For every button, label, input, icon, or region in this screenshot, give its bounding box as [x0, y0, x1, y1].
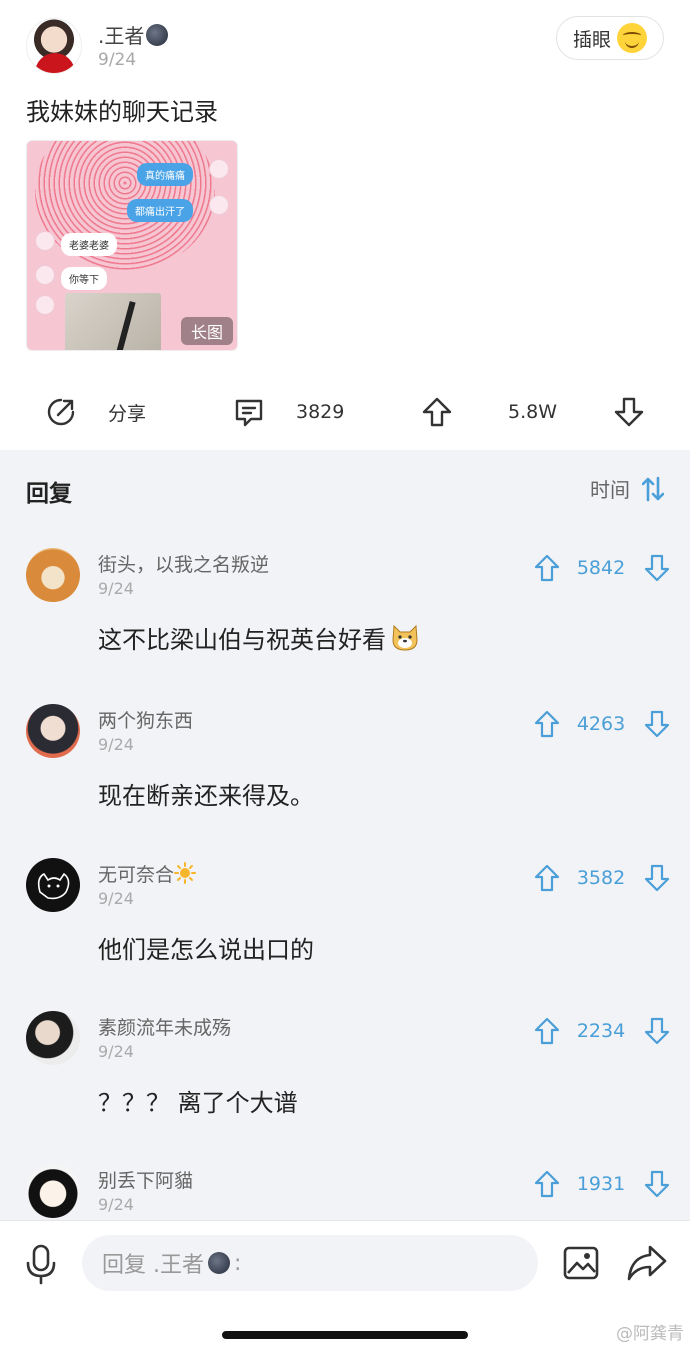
- moon-emoji-icon: [208, 1252, 230, 1274]
- downvote-arrow-icon[interactable]: [644, 710, 670, 738]
- bookmark-label: 插眼: [572, 28, 611, 51]
- share-action[interactable]: 分享: [44, 395, 146, 429]
- fork-photo: [65, 293, 161, 350]
- reply-item: 两个狗东西 9/24 现在断亲还来得及。 4263: [0, 704, 690, 854]
- author-avatar[interactable]: [26, 18, 82, 74]
- reply-vote: 4263: [534, 710, 670, 740]
- upvote-action[interactable]: 5.8W: [420, 395, 557, 429]
- reply-vote-count: 2234: [576, 1020, 626, 1042]
- comment-action[interactable]: 3829: [232, 395, 344, 429]
- reply-text: 现在断亲还来得及。: [98, 782, 314, 810]
- reply-vote-count: 1931: [576, 1173, 626, 1195]
- chat-avatar: [35, 265, 55, 285]
- microphone-icon[interactable]: [22, 1243, 60, 1285]
- sun-emoji-icon: [174, 862, 197, 884]
- downvote-action[interactable]: [612, 395, 646, 429]
- share-label: 分享: [108, 402, 147, 425]
- chat-bubble: 都痛出汗了: [127, 199, 193, 222]
- reply-date: 9/24: [98, 889, 134, 908]
- cat-doodle-icon: [37, 872, 70, 900]
- doge-emoji-icon: [392, 624, 418, 651]
- bookmark-button[interactable]: 插眼: [556, 16, 664, 60]
- comment-icon: [235, 399, 263, 427]
- reply-author[interactable]: 无可奈合: [98, 860, 197, 887]
- reply-input-suffix: :: [234, 1250, 242, 1276]
- reply-item: 无可奈合 9/24 他们是怎么说出口的 3582: [0, 858, 690, 1008]
- reply-vote: 3582: [534, 864, 670, 894]
- downvote-arrow-icon[interactable]: [644, 1017, 670, 1045]
- author-name[interactable]: .王者: [98, 20, 169, 49]
- chat-avatar: [209, 195, 229, 215]
- reply-date: 9/24: [98, 735, 134, 754]
- chat-bubble: 真的痛痛: [137, 163, 193, 186]
- chat-avatar: [35, 231, 55, 251]
- action-bar: 分享 3829 5.8W: [0, 385, 690, 441]
- reply-vote-count: 3582: [576, 867, 626, 889]
- reply-vote-count: 4263: [576, 713, 626, 735]
- replies-title: 回复: [26, 481, 72, 507]
- downvote-arrow-icon[interactable]: [644, 1170, 670, 1198]
- post-text: 我妹妹的聊天记录: [26, 98, 218, 126]
- reply-author[interactable]: 两个狗东西: [98, 706, 193, 733]
- smile-emoji-icon: [617, 23, 647, 53]
- reply-avatar[interactable]: [26, 858, 80, 912]
- reply-vote: 5842: [534, 554, 670, 584]
- reply-avatar[interactable]: [26, 1011, 80, 1065]
- upvote-arrow-icon[interactable]: [534, 1170, 560, 1198]
- reply-input[interactable]: 回复 .王者 :: [82, 1235, 538, 1291]
- long-image-tag: 长图: [181, 317, 233, 345]
- sort-toggle[interactable]: 时间: [590, 474, 664, 503]
- chat-bubble: 你等下: [61, 267, 107, 290]
- reply-date: 9/24: [98, 1042, 134, 1061]
- reply-vote: 2234: [534, 1017, 670, 1047]
- reply-input-placeholder: 回复 .王者: [102, 1253, 204, 1278]
- moon-emoji-icon: [146, 24, 169, 46]
- chat-avatar: [209, 159, 229, 179]
- sort-label: 时间: [590, 478, 630, 502]
- home-indicator[interactable]: [222, 1331, 468, 1339]
- upvote-arrow-icon[interactable]: [534, 1017, 560, 1045]
- post-date: 9/24: [98, 50, 137, 70]
- reply-avatar[interactable]: [26, 704, 80, 758]
- upvote-arrow-icon[interactable]: [534, 710, 560, 738]
- reply-text: 他们是怎么说出口的: [98, 936, 314, 964]
- sort-icon: [642, 476, 664, 501]
- comment-count: 3829: [296, 401, 345, 423]
- post-image[interactable]: 真的痛痛 都痛出汗了 老婆老婆 你等下 长图: [26, 140, 238, 351]
- forward-icon[interactable]: [626, 1243, 668, 1283]
- reply-item: 别丢下阿貓 9/24 1931: [0, 1164, 690, 1220]
- downvote-arrow-icon[interactable]: [644, 864, 670, 892]
- reply-vote-count: 5842: [576, 557, 626, 579]
- image-picker-icon[interactable]: [562, 1245, 600, 1281]
- downvote-arrow-icon[interactable]: [644, 554, 670, 582]
- thumb-down-arrow-icon: [614, 397, 644, 427]
- reply-avatar[interactable]: [26, 1164, 80, 1218]
- reply-text: 这不比梁山伯与祝英台好看: [98, 620, 420, 655]
- chat-bubble: 老婆老婆: [61, 233, 117, 256]
- upvote-arrow-icon[interactable]: [534, 554, 560, 582]
- reply-item: 素颜流年未成殇 9/24 ？？？ 离了个大谱 2234: [0, 1011, 690, 1161]
- reply-author[interactable]: 别丢下阿貓: [98, 1166, 193, 1193]
- chat-avatar: [35, 295, 55, 315]
- reply-author[interactable]: 素颜流年未成殇: [98, 1013, 231, 1040]
- reply-item: 街头，以我之名叛逆 9/24 这不比梁山伯与祝英台好看 5842: [0, 548, 690, 698]
- reply-author[interactable]: 街头，以我之名叛逆: [98, 550, 269, 577]
- post-card: .王者 9/24 插眼 我妹妹的聊天记录 真的痛痛 都痛出汗了 老婆老婆 你等下…: [0, 0, 690, 450]
- reply-text: ？？？ 离了个大谱: [98, 1089, 298, 1117]
- upvote-arrow-icon[interactable]: [534, 864, 560, 892]
- replies-section: 回复 时间 街头，以我之名叛逆 9/24 这不比梁山伯与祝英台好看 5842 两…: [0, 450, 690, 1220]
- reply-avatar[interactable]: [26, 548, 80, 602]
- reply-date: 9/24: [98, 579, 134, 598]
- thumb-up-arrow-icon: [422, 397, 452, 427]
- share-icon: [47, 398, 75, 426]
- watermark: @阿龚青: [616, 1324, 684, 1344]
- reply-bar: 回复 .王者 : @阿龚青: [0, 1220, 690, 1353]
- vote-count: 5.8W: [508, 401, 558, 423]
- reply-vote: 1931: [534, 1170, 670, 1200]
- reply-date: 9/24: [98, 1195, 134, 1214]
